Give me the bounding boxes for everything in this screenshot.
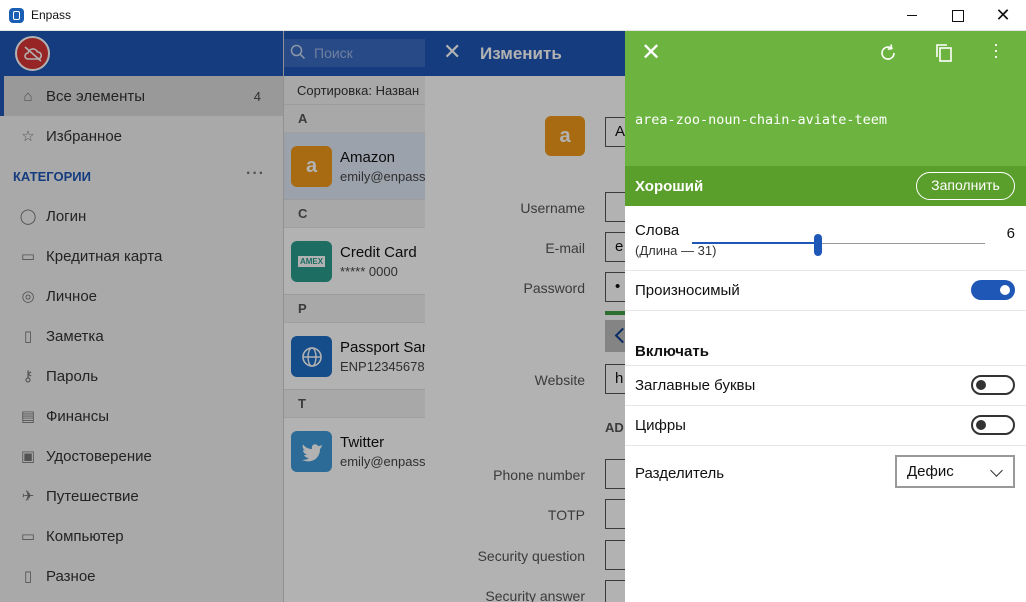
window-titlebar: Enpass ✕ xyxy=(0,0,1026,31)
uppercase-toggle[interactable] xyxy=(971,375,1015,395)
password-generator-panel: ✕ · · · area-zoo-noun-chain-aviate-teem Хо… xyxy=(625,31,1026,602)
digits-toggle[interactable] xyxy=(971,415,1015,435)
fill-button[interactable]: Заполнить xyxy=(916,172,1015,200)
words-slider-fill xyxy=(692,242,818,244)
more-options-icon[interactable]: · · · xyxy=(993,35,999,65)
separator-label: Разделитель xyxy=(635,465,725,482)
close-window-button[interactable]: ✕ xyxy=(980,0,1026,31)
copy-icon[interactable] xyxy=(935,43,953,63)
words-setting: Слова (Длина — 31) 6 xyxy=(625,206,1026,271)
separator-value: Дефис xyxy=(907,463,954,480)
enpass-logo-icon xyxy=(9,8,24,23)
close-generator-button[interactable]: ✕ xyxy=(641,40,661,66)
include-section-header: Включать xyxy=(625,311,1026,366)
modal-backdrop[interactable] xyxy=(0,31,625,602)
length-label: (Длина — 31) xyxy=(635,243,717,258)
pronounceable-label: Произносимый xyxy=(635,282,740,299)
refresh-icon[interactable] xyxy=(878,43,898,63)
separator-setting: Разделитель Дефис xyxy=(625,446,1026,500)
chevron-down-icon xyxy=(990,464,1003,477)
generated-password: area-zoo-noun-chain-aviate-teem xyxy=(635,112,887,128)
pronounceable-toggle[interactable] xyxy=(971,280,1015,300)
strength-label: Хороший xyxy=(635,178,704,195)
digits-setting: Цифры xyxy=(625,406,1026,446)
uppercase-label: Заглавные буквы xyxy=(635,377,756,394)
include-title: Включать xyxy=(635,343,709,360)
digits-label: Цифры xyxy=(635,417,686,434)
words-value: 6 xyxy=(1006,225,1015,242)
words-slider-thumb[interactable] xyxy=(813,234,822,256)
pronounceable-setting: Произносимый xyxy=(625,271,1026,311)
maximize-button[interactable] xyxy=(934,0,980,31)
generator-header: ✕ · · · area-zoo-noun-chain-aviate-teem xyxy=(625,31,1026,166)
separator-dropdown[interactable]: Дефис xyxy=(895,455,1015,488)
words-label: Слова xyxy=(635,222,680,239)
uppercase-setting: Заглавные буквы xyxy=(625,366,1026,406)
window-title: Enpass xyxy=(31,8,72,22)
minimize-button[interactable] xyxy=(889,0,935,31)
strength-bar: Хороший Заполнить xyxy=(625,166,1026,206)
